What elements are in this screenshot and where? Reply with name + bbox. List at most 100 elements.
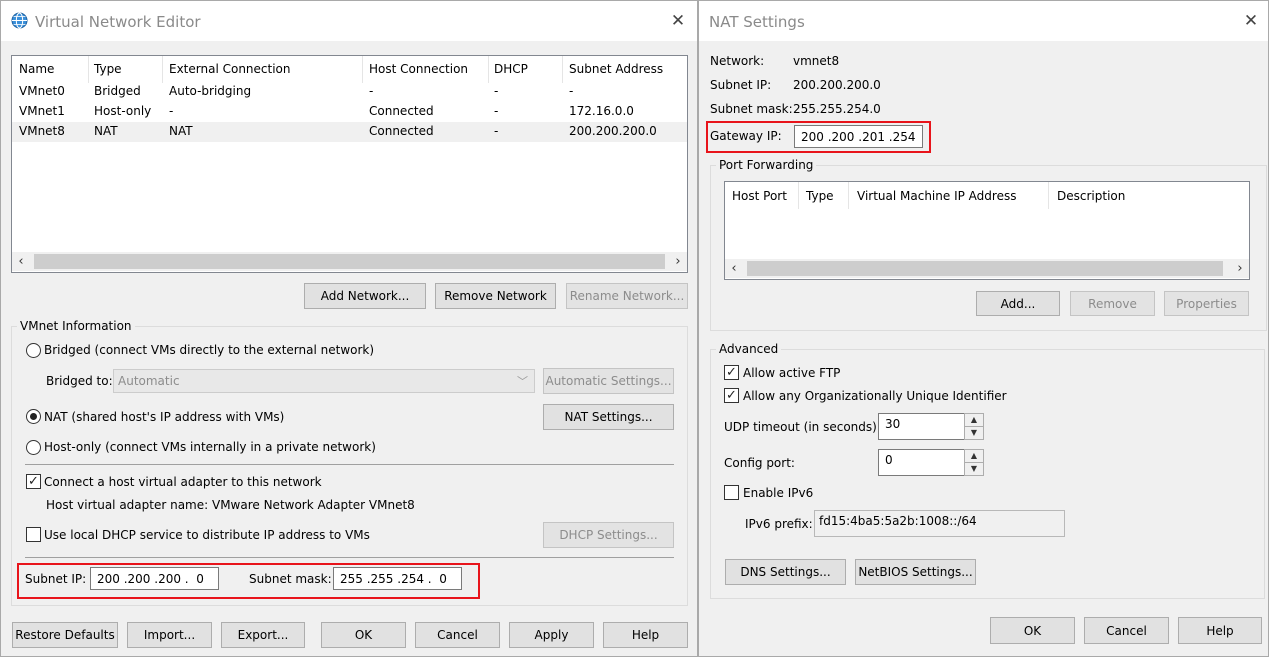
scroll-right-icon[interactable]: › <box>1231 259 1249 278</box>
table-cell: Bridged <box>94 84 141 98</box>
nat-ok-button[interactable]: OK <box>990 617 1075 644</box>
arrow-up-icon[interactable]: ▲ <box>965 450 983 463</box>
column-header-type[interactable]: Type <box>94 62 122 76</box>
horizontal-scrollbar[interactable]: ‹ › <box>12 252 687 271</box>
table-cell: Auto-bridging <box>169 84 252 98</box>
restore-defaults-button[interactable]: Restore Defaults <box>12 622 118 648</box>
bridged-radio[interactable] <box>26 343 41 358</box>
nat-subnet-mask-value: 255.255.254.0 <box>793 102 881 116</box>
table-row-vmnet8[interactable]: VMnet8 NAT NAT Connected - 200.200.200.0 <box>12 122 687 142</box>
nat-settings-button[interactable]: NAT Settings... <box>543 404 674 430</box>
scrollbar-thumb[interactable] <box>747 261 1223 276</box>
cancel-button[interactable]: Cancel <box>415 622 500 648</box>
dhcp-label[interactable]: Use local DHCP service to distribute IP … <box>44 528 370 542</box>
arrow-down-icon[interactable]: ▼ <box>965 427 983 440</box>
column-header-type[interactable]: Type <box>806 189 834 203</box>
connect-adapter-checkbox[interactable]: ✓ <box>26 474 41 489</box>
table-cell: - <box>494 124 499 138</box>
column-header-name[interactable]: Name <box>19 62 54 76</box>
udp-timeout-stepper[interactable]: ▲ ▼ <box>964 413 984 440</box>
column-header-host-port[interactable]: Host Port <box>732 189 787 203</box>
advanced-label: Advanced <box>716 342 782 356</box>
nat-radio[interactable] <box>26 409 41 424</box>
network-table: Name Type External Connection Host Conne… <box>11 55 688 273</box>
scroll-right-icon[interactable]: › <box>669 252 687 271</box>
enable-ipv6-label[interactable]: Enable IPv6 <box>743 486 813 500</box>
host-only-radio[interactable] <box>26 440 41 455</box>
rename-network-button[interactable]: Rename Network... <box>566 283 688 309</box>
table-row-vmnet0[interactable]: VMnet0 Bridged Auto-bridging - - - <box>12 82 687 102</box>
check-mark-icon: ✓ <box>726 388 737 403</box>
bridged-to-value: Automatic <box>118 374 180 388</box>
scrollbar-thumb[interactable] <box>34 254 665 269</box>
nat-subnet-ip-label: Subnet IP: <box>710 78 772 92</box>
add-port-button[interactable]: Add... <box>976 291 1060 316</box>
bridged-to-dropdown[interactable]: Automatic ﹀ <box>113 369 535 393</box>
udp-timeout-value: 30 <box>885 417 901 431</box>
check-mark-icon: ✓ <box>726 365 737 380</box>
column-header-dhcp[interactable]: DHCP <box>494 62 528 76</box>
add-network-button[interactable]: Add Network... <box>304 283 426 309</box>
arrow-down-icon[interactable]: ▼ <box>965 463 983 476</box>
table-cell: VMnet8 <box>19 124 65 138</box>
port-forwarding-table: Host Port Type Virtual Machine IP Addres… <box>724 181 1250 280</box>
dns-settings-button[interactable]: DNS Settings... <box>725 559 846 585</box>
properties-button[interactable]: Properties <box>1164 291 1249 316</box>
network-value: vmnet8 <box>793 54 840 68</box>
divider <box>25 464 674 465</box>
scroll-left-icon[interactable]: ‹ <box>725 259 743 278</box>
export-button[interactable]: Export... <box>221 622 305 648</box>
port-forwarding-label: Port Forwarding <box>716 158 817 172</box>
highlight-box <box>17 563 480 599</box>
connect-adapter-label[interactable]: Connect a host virtual adapter to this n… <box>44 475 322 489</box>
window-title: Virtual Network Editor <box>35 13 201 31</box>
allow-ftp-label[interactable]: Allow active FTP <box>743 366 840 380</box>
nat-help-button[interactable]: Help <box>1178 617 1262 644</box>
remove-network-button[interactable]: Remove Network <box>435 283 556 309</box>
host-only-radio-label[interactable]: Host-only (connect VMs internally in a p… <box>44 440 376 454</box>
table-cell: - <box>369 84 374 98</box>
highlight-box <box>706 121 931 153</box>
table-row-vmnet1[interactable]: VMnet1 Host-only - Connected - 172.16.0.… <box>12 102 687 122</box>
udp-timeout-label: UDP timeout (in seconds): <box>724 420 881 434</box>
close-icon[interactable]: ✕ <box>667 11 689 31</box>
column-header-vm-ip-address[interactable]: Virtual Machine IP Address <box>857 189 1016 203</box>
help-button[interactable]: Help <box>603 622 688 648</box>
column-header-host-connection[interactable]: Host Connection <box>369 62 468 76</box>
ipv6-prefix-input[interactable]: fd15:4ba5:5a2b:1008::/64 <box>814 510 1065 537</box>
table-cell: Host-only <box>94 104 152 118</box>
adapter-name-label: Host virtual adapter name: VMware Networ… <box>46 498 415 512</box>
remove-port-button[interactable]: Remove <box>1070 291 1155 316</box>
ipv6-prefix-label: IPv6 prefix: <box>745 517 813 531</box>
scroll-left-icon[interactable]: ‹ <box>12 252 30 271</box>
apply-button[interactable]: Apply <box>509 622 594 648</box>
table-cell: 172.16.0.0 <box>569 104 634 118</box>
dhcp-checkbox[interactable] <box>26 527 41 542</box>
config-port-value: 0 <box>885 453 893 467</box>
column-header-description[interactable]: Description <box>1057 189 1125 203</box>
close-icon[interactable]: ✕ <box>1240 11 1262 31</box>
ok-button[interactable]: OK <box>321 622 406 648</box>
ipv6-prefix-value: fd15:4ba5:5a2b:1008::/64 <box>819 514 977 528</box>
nat-cancel-button[interactable]: Cancel <box>1084 617 1169 644</box>
bridged-radio-label[interactable]: Bridged (connect VMs directly to the ext… <box>44 343 374 357</box>
column-header-subnet-address[interactable]: Subnet Address <box>569 62 663 76</box>
config-port-input[interactable]: 0 <box>878 449 965 476</box>
config-port-stepper[interactable]: ▲ ▼ <box>964 449 984 476</box>
horizontal-scrollbar[interactable]: ‹ › <box>725 259 1249 278</box>
allow-oui-label[interactable]: Allow any Organizationally Unique Identi… <box>743 389 1007 403</box>
table-cell: - <box>494 84 499 98</box>
udp-timeout-input[interactable]: 30 <box>878 413 965 440</box>
enable-ipv6-checkbox[interactable] <box>724 485 739 500</box>
table-cell: Connected <box>369 104 434 118</box>
automatic-settings-button[interactable]: Automatic Settings... <box>543 368 674 394</box>
allow-ftp-checkbox[interactable]: ✓ <box>724 365 739 380</box>
arrow-up-icon[interactable]: ▲ <box>965 414 983 427</box>
import-button[interactable]: Import... <box>127 622 212 648</box>
nat-radio-label[interactable]: NAT (shared host's IP address with VMs) <box>44 410 284 424</box>
allow-oui-checkbox[interactable]: ✓ <box>724 388 739 403</box>
netbios-settings-button[interactable]: NetBIOS Settings... <box>855 559 976 585</box>
column-header-external-connection[interactable]: External Connection <box>169 62 291 76</box>
dhcp-settings-button[interactable]: DHCP Settings... <box>543 522 674 548</box>
table-cell: 200.200.200.0 <box>569 124 657 138</box>
